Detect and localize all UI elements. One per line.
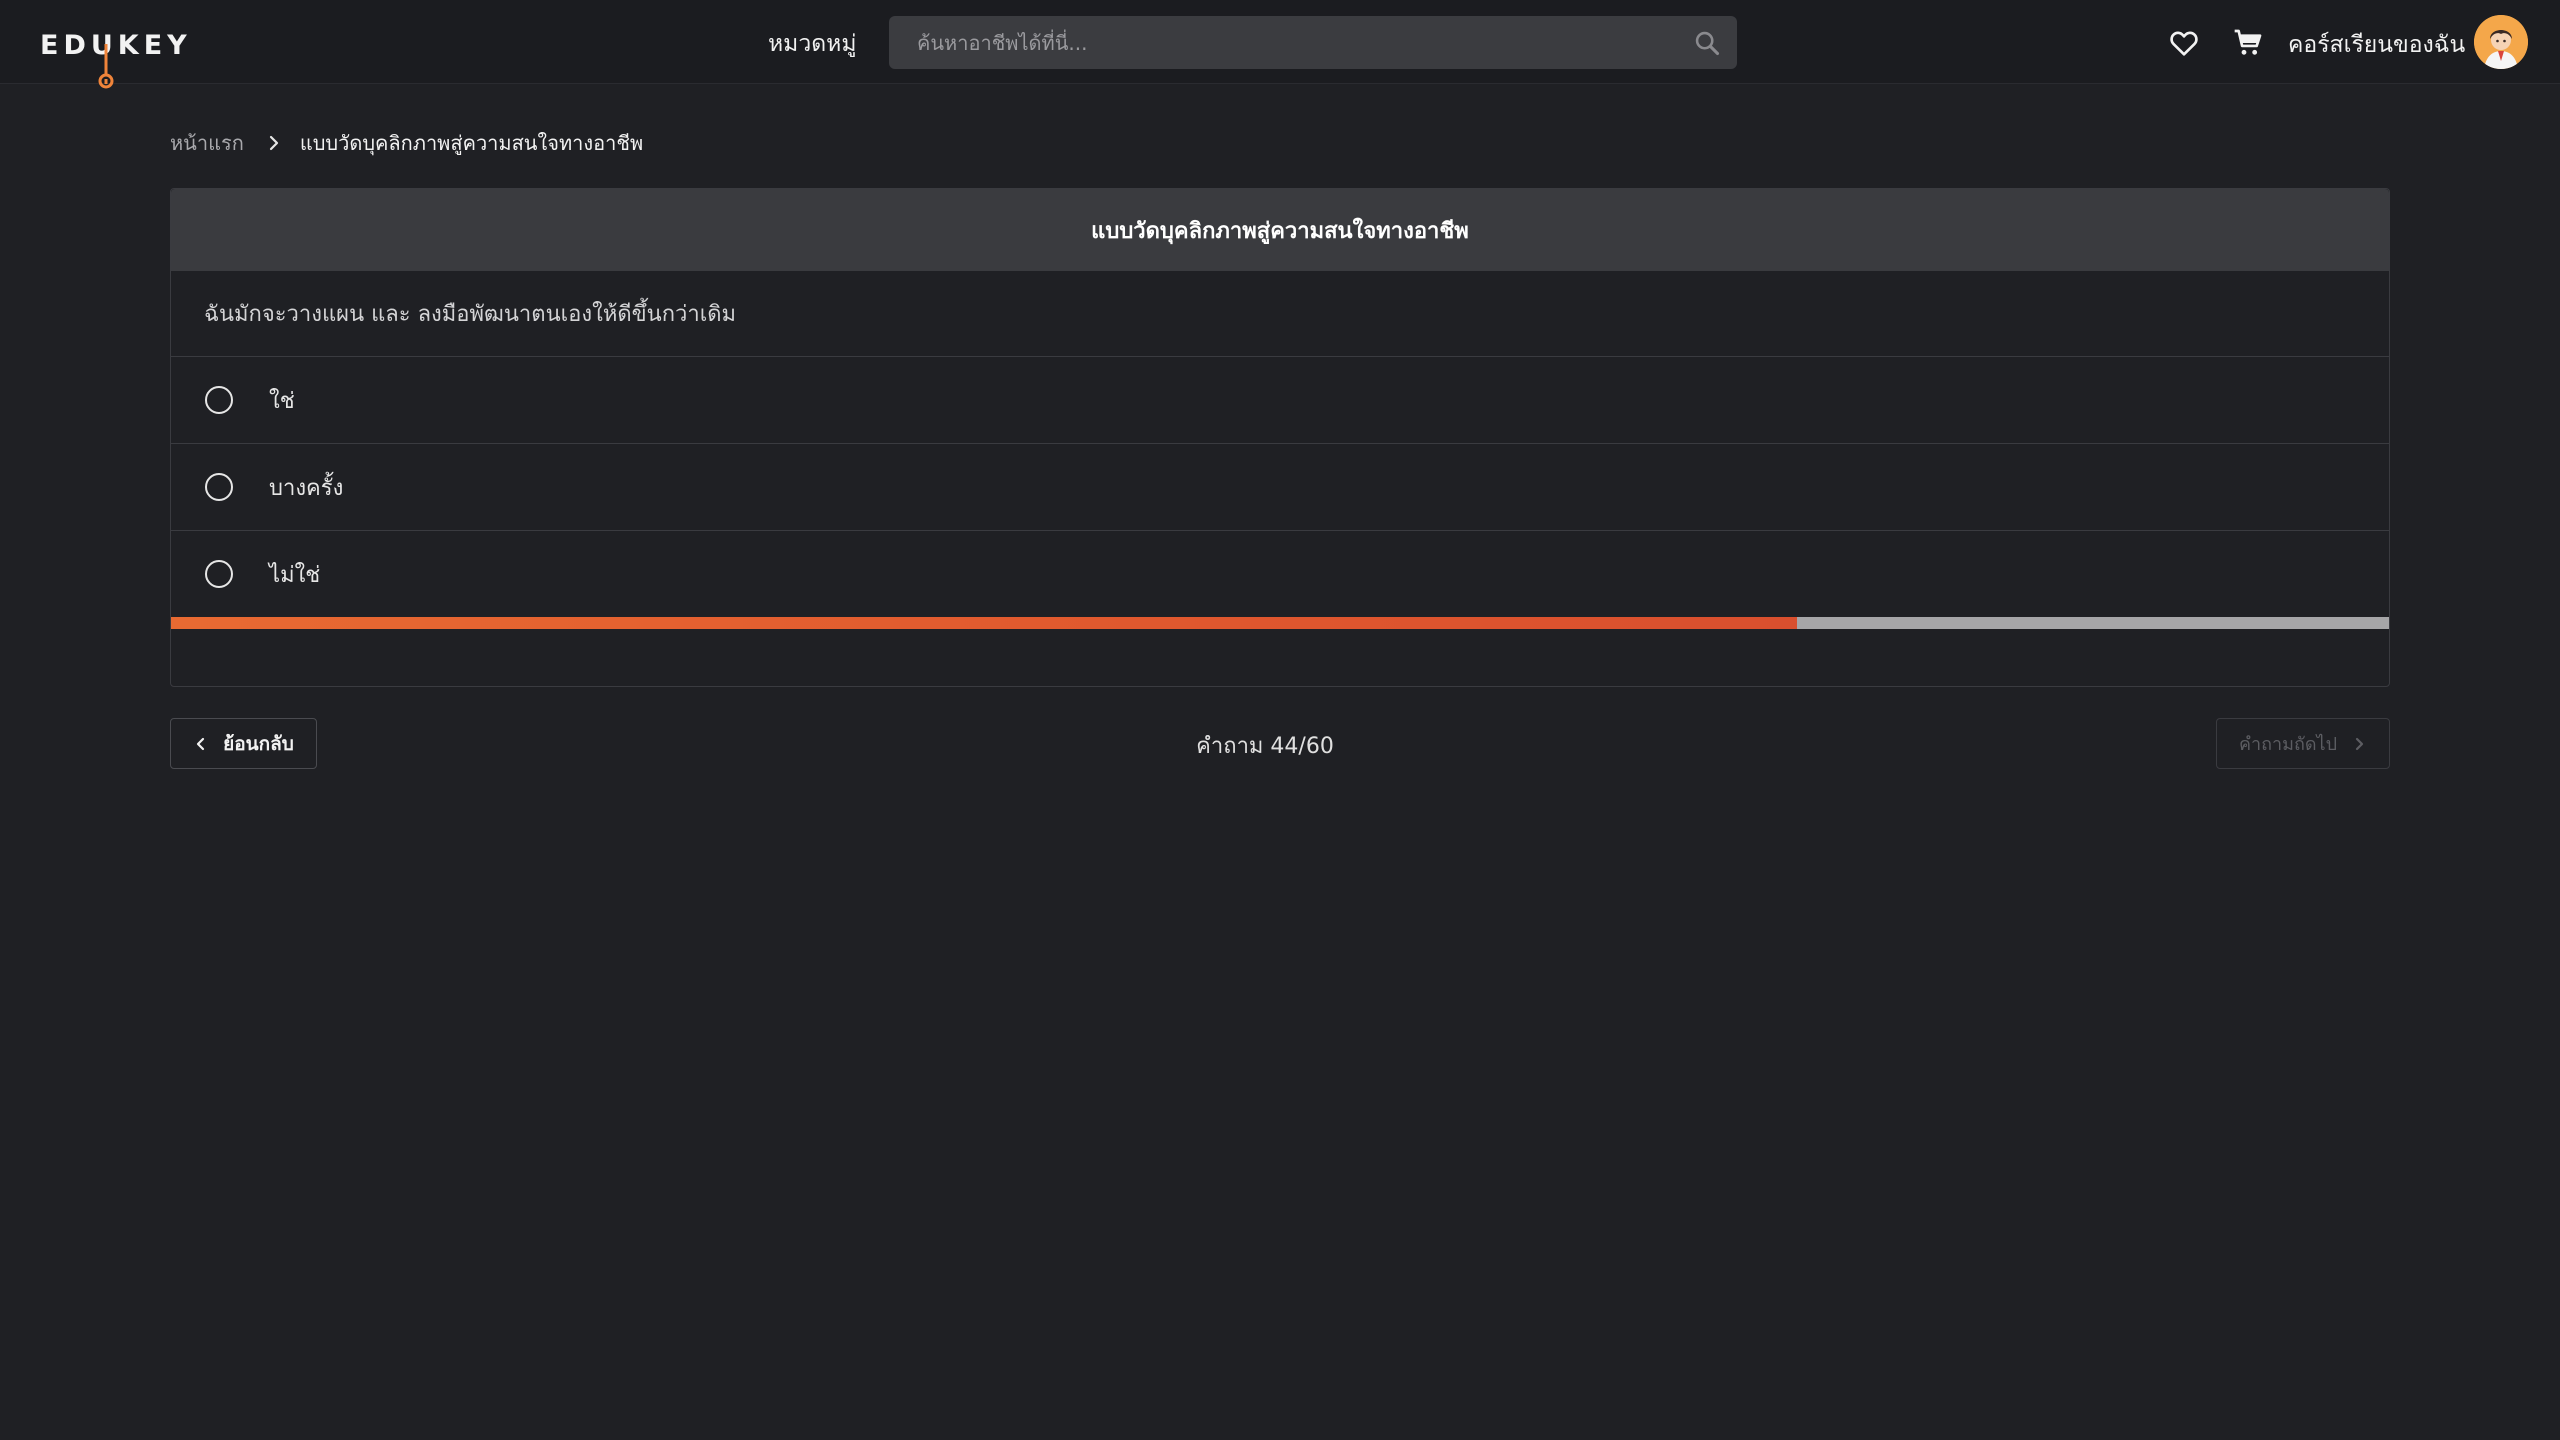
progress-bar [171, 617, 2389, 629]
question-text: ฉันมักจะวางแผน และ ลงมือพัฒนาตนเองให้ดีข… [171, 271, 2389, 357]
radio-button[interactable] [205, 473, 233, 501]
quiz-card: แบบวัดบุคลิกภาพสู่ความสนใจทางอาชีพ ฉันมั… [170, 188, 2390, 687]
user-avatar[interactable] [2474, 15, 2528, 69]
answer-option-no[interactable]: ไม่ใช่ [171, 531, 2389, 618]
question-counter: คำถาม 44/60 [1196, 734, 1334, 759]
radio-button[interactable] [205, 560, 233, 588]
answer-option-sometimes[interactable]: บางครั้ง [171, 444, 2389, 531]
chevron-right-icon [269, 135, 278, 151]
quiz-title: แบบวัดบุคลิกภาพสู่ความสนใจทางอาชีพ [171, 189, 2389, 271]
next-button-label: คำถามถัดไป [2238, 734, 2338, 755]
progress-bar-fill [171, 617, 1797, 629]
answer-option-yes[interactable]: ใช่ [171, 357, 2389, 444]
breadcrumb-home[interactable]: หน้าแรก [170, 127, 244, 159]
next-question-button[interactable]: คำถามถัดไป [2216, 718, 2390, 769]
breadcrumb-current: แบบวัดบุคลิกภาพสู่ความสนใจทางอาชีพ [299, 131, 644, 155]
option-label: ใช่ [269, 388, 295, 414]
option-label: บางครั้ง [269, 475, 344, 501]
back-button[interactable]: ย้อนกลับ [170, 718, 317, 769]
breadcrumb: หน้าแรก แบบวัดบุคลิกภาพสู่ความสนใจทางอาช… [170, 128, 643, 158]
option-label: ไม่ใช่ [269, 562, 321, 588]
search-input[interactable] [915, 16, 1675, 69]
heart-icon[interactable] [2168, 27, 2200, 59]
avatar-illustration [2474, 15, 2528, 69]
my-courses-link[interactable]: คอร์สเรียนของฉัน [2288, 27, 2465, 63]
top-navbar: EDUKEY หมวดหมู่ คอร์สเรียนของฉัน [0, 0, 2560, 89]
edukey-logo[interactable]: EDUKEY [40, 26, 187, 89]
categories-menu[interactable]: หมวดหมู่ [768, 26, 857, 62]
key-icon [98, 44, 114, 89]
back-button-label: ย้อนกลับ [223, 732, 294, 755]
search-icon[interactable] [1693, 29, 1721, 57]
chevron-right-icon [2355, 737, 2364, 750]
chevron-left-icon [197, 737, 205, 750]
radio-button[interactable] [205, 386, 233, 414]
cart-icon[interactable] [2232, 27, 2264, 59]
search-bar[interactable] [889, 16, 1737, 69]
